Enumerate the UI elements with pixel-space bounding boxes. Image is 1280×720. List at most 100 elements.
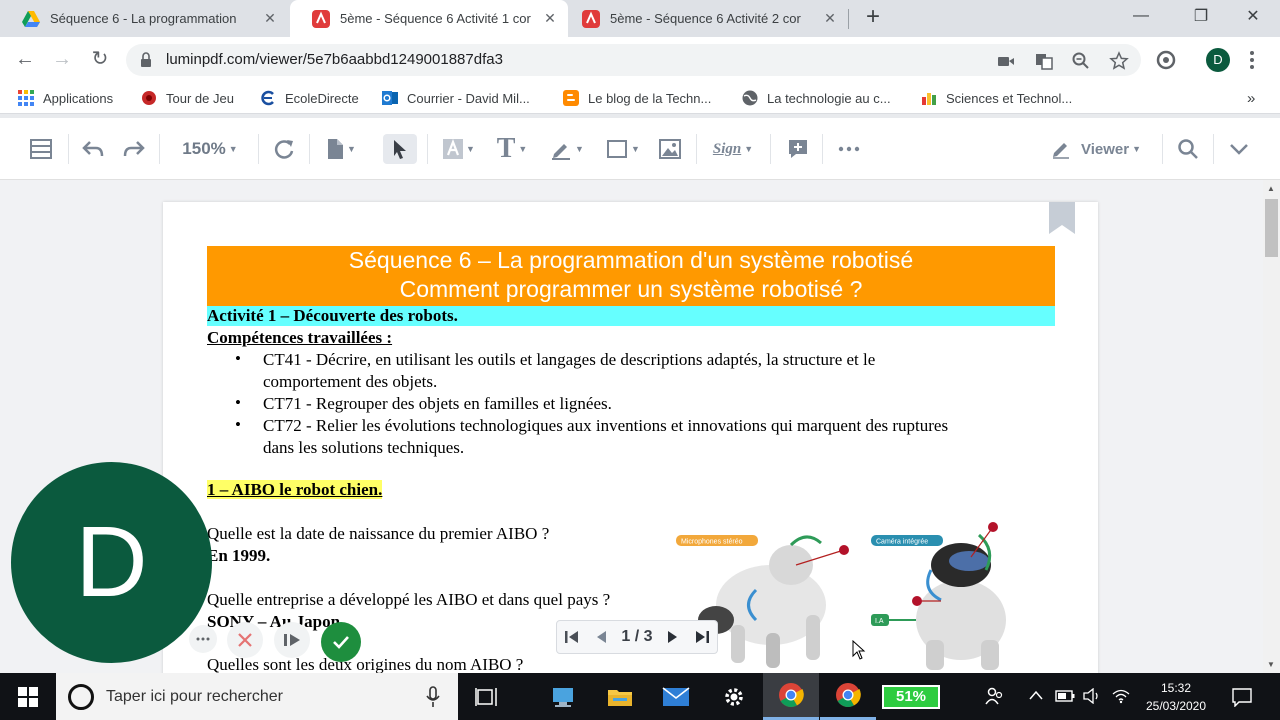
close-tab-icon[interactable]: ✕ xyxy=(822,10,838,26)
camera-icon[interactable] xyxy=(996,51,1016,71)
volume-icon[interactable] xyxy=(1083,688,1101,704)
tour-de-jeu-icon xyxy=(142,91,156,105)
minimize-button[interactable]: — xyxy=(1118,0,1164,32)
meet-more-icon[interactable] xyxy=(189,625,217,653)
thumbnails-icon[interactable] xyxy=(28,136,54,162)
zoom-icon[interactable] xyxy=(1071,51,1091,71)
bookmark-tour-de-jeu[interactable]: Tour de Jeu xyxy=(140,88,234,108)
tab-activite-2[interactable]: 5ème - Séquence 6 Activité 2 cor ✕ xyxy=(560,0,848,37)
tab-sequence-6[interactable]: Séquence 6 - La programmation ✕ xyxy=(0,0,288,37)
system-clock[interactable]: 15:32 25/03/2020 xyxy=(1138,679,1214,715)
page-indicator[interactable]: 1 / 3 xyxy=(621,628,652,646)
tab-activite-1[interactable]: 5ème - Séquence 6 Activité 1 cor ✕ xyxy=(290,0,568,37)
page-bookmark-icon[interactable] xyxy=(1049,202,1075,234)
bookmark-sciences[interactable]: Sciences et Technol... xyxy=(920,88,1072,108)
reload-button[interactable]: ↻ xyxy=(87,47,113,73)
forward-button[interactable]: → xyxy=(49,47,75,73)
bookmark-label: Tour de Jeu xyxy=(166,90,234,106)
first-page-icon[interactable] xyxy=(564,629,580,645)
restore-button[interactable]: ❐ xyxy=(1178,0,1224,32)
taskbar-search[interactable]: Taper ici pour rechercher xyxy=(56,673,458,720)
star-icon[interactable] xyxy=(1109,51,1129,71)
page-tools-dropdown[interactable]: ▼ xyxy=(324,136,358,162)
file-explorer-icon[interactable] xyxy=(592,673,648,720)
back-button[interactable]: ← xyxy=(12,47,38,73)
search-icon[interactable] xyxy=(1176,136,1200,162)
chrome-taskbar-icon[interactable] xyxy=(820,673,876,720)
scroll-down-icon[interactable]: ▼ xyxy=(1267,660,1275,669)
select-tool-icon[interactable] xyxy=(383,134,417,164)
section-1-title-text: 1 – AIBO le robot chien. xyxy=(207,480,383,499)
vertical-scrollbar[interactable]: ▲ ▼ xyxy=(1263,180,1280,673)
battery-widget[interactable]: 51% xyxy=(882,685,940,709)
bookmark-courrier[interactable]: Courrier - David Mil... xyxy=(381,88,530,108)
wifi-icon[interactable] xyxy=(1112,688,1130,704)
meet-confirm-icon[interactable] xyxy=(321,622,361,662)
collapse-chevron-icon[interactable] xyxy=(1227,136,1251,162)
tab-title: Séquence 6 - La programmation xyxy=(50,11,237,26)
sequence-banner: Séquence 6 – La programmation d'un systè… xyxy=(207,246,1055,306)
remote-desktop-icon[interactable] xyxy=(536,673,592,720)
meet-close-icon[interactable] xyxy=(227,622,263,658)
more-tools-icon[interactable] xyxy=(836,136,862,162)
task-view-icon[interactable] xyxy=(458,673,514,720)
pen-icon[interactable]: ▼ xyxy=(548,136,586,162)
skills-heading: Compétences travaillées : xyxy=(207,328,393,347)
skill-ct41-line-2: comportement des objets. xyxy=(263,372,438,391)
bookmark-label: Le blog de la Techn... xyxy=(588,90,712,106)
edit-pencil-icon xyxy=(1052,143,1069,159)
close-window-button[interactable]: ✕ xyxy=(1230,0,1276,32)
redo-icon[interactable] xyxy=(121,136,147,162)
tray-chevron-up-icon[interactable] xyxy=(1029,690,1043,700)
close-tab-icon[interactable]: ✕ xyxy=(542,10,558,26)
comment-icon[interactable] xyxy=(785,136,811,162)
lock-icon xyxy=(141,52,151,67)
meet-present-icon[interactable] xyxy=(274,622,310,658)
microphone-icon[interactable] xyxy=(426,686,440,708)
scroll-up-icon[interactable]: ▲ xyxy=(1267,184,1275,193)
chevron-down-icon: ▼ xyxy=(1132,144,1141,154)
clock-date: 25/03/2020 xyxy=(1145,699,1207,713)
scrollbar-thumb[interactable] xyxy=(1265,199,1278,257)
free-text-icon[interactable]: T ▼ xyxy=(492,133,532,164)
bookmark-ecoledirecte[interactable]: EcoleDirecte xyxy=(259,88,359,108)
skill-ct72-line-2: dans les solutions techniques. xyxy=(263,438,465,457)
translate-icon[interactable] xyxy=(1034,51,1054,71)
notifications-icon[interactable] xyxy=(1232,687,1252,707)
bookmark-applications[interactable]: Applications xyxy=(17,88,113,108)
image-icon[interactable] xyxy=(657,136,683,162)
sign-tool[interactable]: Sign ▼ xyxy=(706,136,760,162)
mouse-cursor-icon xyxy=(852,640,866,660)
undo-icon[interactable] xyxy=(80,136,106,162)
new-tab-button[interactable]: + xyxy=(862,5,884,29)
chrome-taskbar-icon-active[interactable] xyxy=(763,673,819,720)
question-2: Quelle entreprise a développé les AIBO e… xyxy=(207,590,611,609)
omnibox[interactable]: luminpdf.com/viewer/5e7b6aabbd1249001887… xyxy=(126,44,1141,76)
bookmark-blog[interactable]: Le blog de la Techn... xyxy=(562,88,711,108)
skill-ct72-line-1: CT72 - Relier les évolutions technologiq… xyxy=(263,416,949,435)
extension-icon[interactable] xyxy=(1155,49,1177,71)
close-tab-icon[interactable]: ✕ xyxy=(262,10,278,26)
text-highlight-icon[interactable]: ▼ xyxy=(440,136,478,162)
pdf-page: Séquence 6 – La programmation d'un systè… xyxy=(163,202,1098,673)
viewer-mode-dropdown[interactable]: Viewer ▼ xyxy=(1048,136,1144,162)
shape-icon[interactable]: ▼ xyxy=(603,136,643,162)
battery-tray-icon[interactable] xyxy=(1055,690,1075,702)
previous-page-icon[interactable] xyxy=(595,629,607,645)
chevron-down-icon: ▼ xyxy=(575,144,584,154)
chevron-down-icon: ▼ xyxy=(347,144,356,154)
profile-avatar[interactable]: D xyxy=(1206,48,1230,72)
last-page-icon[interactable] xyxy=(694,629,710,645)
bookmark-technologie[interactable]: La technologie au c... xyxy=(741,88,891,108)
windows-start-icon[interactable] xyxy=(18,687,38,707)
people-icon[interactable] xyxy=(984,686,1004,706)
rotate-icon[interactable] xyxy=(271,136,297,162)
zoom-dropdown[interactable]: 150% ▼ xyxy=(176,136,244,162)
mail-icon[interactable] xyxy=(648,673,704,720)
banner-line-2: Comment programmer un système robotisé ? xyxy=(399,276,863,302)
settings-gear-icon[interactable] xyxy=(706,673,762,720)
tab-separator xyxy=(848,9,849,29)
next-page-icon[interactable] xyxy=(667,629,679,645)
more-menu-icon[interactable] xyxy=(1247,49,1257,71)
more-bookmarks-icon[interactable]: » xyxy=(1247,88,1255,108)
